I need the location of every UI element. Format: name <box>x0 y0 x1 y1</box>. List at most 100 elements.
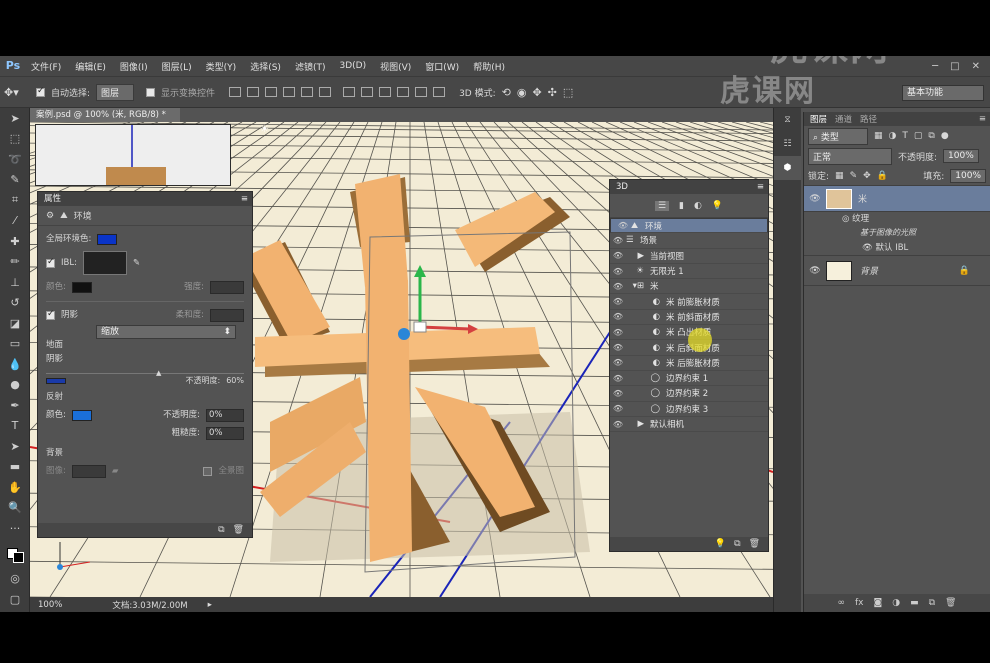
ibl-checkbox[interactable] <box>46 257 55 268</box>
align-top-icon[interactable] <box>229 87 242 97</box>
shadow-checkbox[interactable] <box>46 309 55 320</box>
close-icon[interactable]: ✕ <box>972 61 980 72</box>
reflection-opacity-field[interactable]: 0% <box>206 408 244 422</box>
distribute-left-icon[interactable] <box>397 87 410 97</box>
filter-whole-scene-icon[interactable]: ☰ <box>654 200 670 211</box>
softness-field[interactable] <box>210 308 244 322</box>
menu-view[interactable]: 视图(V) <box>373 60 418 73</box>
ibl-preview[interactable] <box>82 251 127 275</box>
image-field[interactable] <box>71 464 106 478</box>
crop-tool-icon[interactable]: ⌗ <box>0 190 30 211</box>
more-tools-icon[interactable]: ··· <box>0 518 30 539</box>
menu-image[interactable]: 图像(I) <box>113 60 155 73</box>
tree-row-constraint[interactable]: 👁 ◯ 边界约束 2 <box>610 386 768 402</box>
shape-tool-icon[interactable]: ▬ <box>0 457 30 478</box>
properties-panel-icon[interactable]: ☷ <box>774 132 801 156</box>
tree-row-camera[interactable]: 👁 ▶ 默认相机 <box>610 417 768 433</box>
menu-file[interactable]: 文件(F) <box>24 60 68 73</box>
auto-select-dropdown[interactable]: 图层 <box>96 83 135 101</box>
new-group-icon[interactable]: ▬ <box>910 598 919 608</box>
tree-row-infinite-light[interactable]: 👁 ☀ 无限光 1 <box>610 264 768 280</box>
ground-shadow-color[interactable] <box>46 378 66 384</box>
eye-icon[interactable]: 👁 <box>862 243 873 253</box>
lock-transparent-icon[interactable]: ▦ <box>835 171 844 181</box>
layer-filter-dropdown[interactable]: ⌕ 类型 <box>808 127 868 145</box>
filter-lights-icon[interactable]: 💡 <box>712 201 723 211</box>
auto-select-checkbox[interactable] <box>36 86 45 97</box>
tree-row-material[interactable]: 👁 ◐ 米 前斜面材质 <box>610 310 768 326</box>
distribute-right-icon[interactable] <box>433 87 446 97</box>
eye-icon[interactable]: 👁 <box>610 251 626 260</box>
brush-tool-icon[interactable]: ✏ <box>0 252 30 273</box>
tree-row-current-view[interactable]: 👁 ▶ 当前视图 <box>610 249 768 264</box>
distribute-vcenter-icon[interactable] <box>361 87 374 97</box>
distribute-top-icon[interactable] <box>343 87 356 97</box>
eye-icon[interactable]: 👁 <box>610 328 626 337</box>
lasso-tool-icon[interactable]: ➰ <box>0 149 30 170</box>
render-icon[interactable]: ⧉ <box>734 539 740 549</box>
layer-sub-ibl-group[interactable]: 基于图像的光照 <box>804 226 990 240</box>
add-light-icon[interactable]: 💡 <box>715 539 726 549</box>
align-right-icon[interactable] <box>319 87 332 97</box>
history-brush-tool-icon[interactable]: ↺ <box>0 293 30 314</box>
scale-dropdown[interactable]: 缩放 ⬍ <box>96 324 236 340</box>
doc-size[interactable]: 文档:3.03M/2.00M <box>112 599 187 611</box>
delete-icon[interactable]: 🗑 <box>233 525 244 535</box>
panel-menu-icon[interactable]: ≡ <box>979 114 986 124</box>
blur-tool-icon[interactable]: 💧 <box>0 354 30 375</box>
layer-sub-default-ibl[interactable]: 👁 默认 IBL <box>804 240 990 256</box>
eye-icon[interactable]: 👁 <box>610 374 626 383</box>
tab-layers[interactable]: 图层 <box>810 113 827 125</box>
menu-filter[interactable]: 滤镜(T) <box>288 60 333 73</box>
global-ambient-swatch[interactable] <box>97 233 118 245</box>
eye-icon[interactable]: 👁 <box>610 297 626 306</box>
align-bottom-icon[interactable] <box>265 87 278 97</box>
eye-icon[interactable]: 👁 <box>610 236 626 245</box>
adjustment-layer-icon[interactable]: ◑ <box>892 598 900 608</box>
ibl-edit-icon[interactable]: ✎ <box>133 258 140 268</box>
eye-icon[interactable]: 👁 <box>610 312 626 321</box>
scene-icon[interactable]: ⚙ <box>46 211 54 221</box>
ground-shadow-slider[interactable]: ▲ <box>46 368 244 377</box>
eye-icon[interactable]: 👁 <box>610 389 626 398</box>
tree-row-scene[interactable]: 👁 ☰ 场景 <box>610 233 768 249</box>
reflection-color-swatch[interactable] <box>71 409 92 421</box>
filter-adjust-icon[interactable]: ◑ <box>889 131 897 141</box>
lock-all-icon[interactable]: 🔒 <box>877 171 888 181</box>
zoom-tool-icon[interactable]: 🔍 <box>0 498 30 519</box>
layer-name[interactable]: 背景 <box>860 264 878 277</box>
document-tab[interactable]: 案例.psd @ 100% (米, RGB/8) * ✕ <box>30 108 180 134</box>
tree-row-constraint[interactable]: 👁 ◯ 边界约束 1 <box>610 371 768 387</box>
filter-meshes-icon[interactable]: ▮ <box>679 201 684 211</box>
ground-opacity-value[interactable]: 60% <box>226 376 244 386</box>
quick-select-tool-icon[interactable]: ✎ <box>0 170 30 191</box>
tree-row-mesh[interactable]: 👁 ▾⊞ 米 <box>610 279 768 295</box>
eye-icon[interactable]: 👁 <box>610 282 626 291</box>
healing-tool-icon[interactable]: ✚ <box>0 231 30 252</box>
workspace-dropdown[interactable]: 基本功能 <box>902 85 984 101</box>
opacity-field[interactable]: 100% <box>943 149 979 163</box>
tree-row-environment[interactable]: 👁 ⛰ 环境 <box>610 218 768 234</box>
3d-roll-icon[interactable]: ◉ <box>517 86 527 99</box>
eye-icon[interactable]: 👁 <box>610 404 626 413</box>
3d-rotate-icon[interactable]: ⟲ <box>502 86 511 99</box>
dodge-tool-icon[interactable]: ● <box>0 375 30 396</box>
tree-row-constraint[interactable]: 👁 ◯ 边界约束 3 <box>610 402 768 417</box>
tree-row-material[interactable]: 👁 ◐ 米 前膨胀材质 <box>610 294 768 310</box>
filter-toggle-icon[interactable]: ● <box>941 131 949 141</box>
marquee-tool-icon[interactable]: ⬚ <box>0 129 30 150</box>
panel-menu-icon[interactable]: ≡ <box>241 192 248 206</box>
delete-icon[interactable]: 🗑 <box>749 539 760 549</box>
eraser-tool-icon[interactable]: ◪ <box>0 313 30 334</box>
path-select-tool-icon[interactable]: ➤ <box>0 436 30 457</box>
add-mask-icon[interactable]: ◙ <box>874 598 883 608</box>
filter-pixel-icon[interactable]: ▦ <box>874 131 883 141</box>
eye-icon[interactable]: 👁 <box>610 420 626 429</box>
panorama-checkbox[interactable] <box>203 466 213 476</box>
layer-row-3d[interactable]: 👁 米 <box>804 186 990 212</box>
maximize-icon[interactable]: □ <box>950 61 959 72</box>
eye-icon[interactable]: 👁 <box>804 266 826 276</box>
delete-layer-icon[interactable]: 🗑 <box>945 598 956 608</box>
zoom-level[interactable]: 100% <box>38 600 62 610</box>
panel-menu-icon[interactable]: ≡ <box>757 180 764 194</box>
